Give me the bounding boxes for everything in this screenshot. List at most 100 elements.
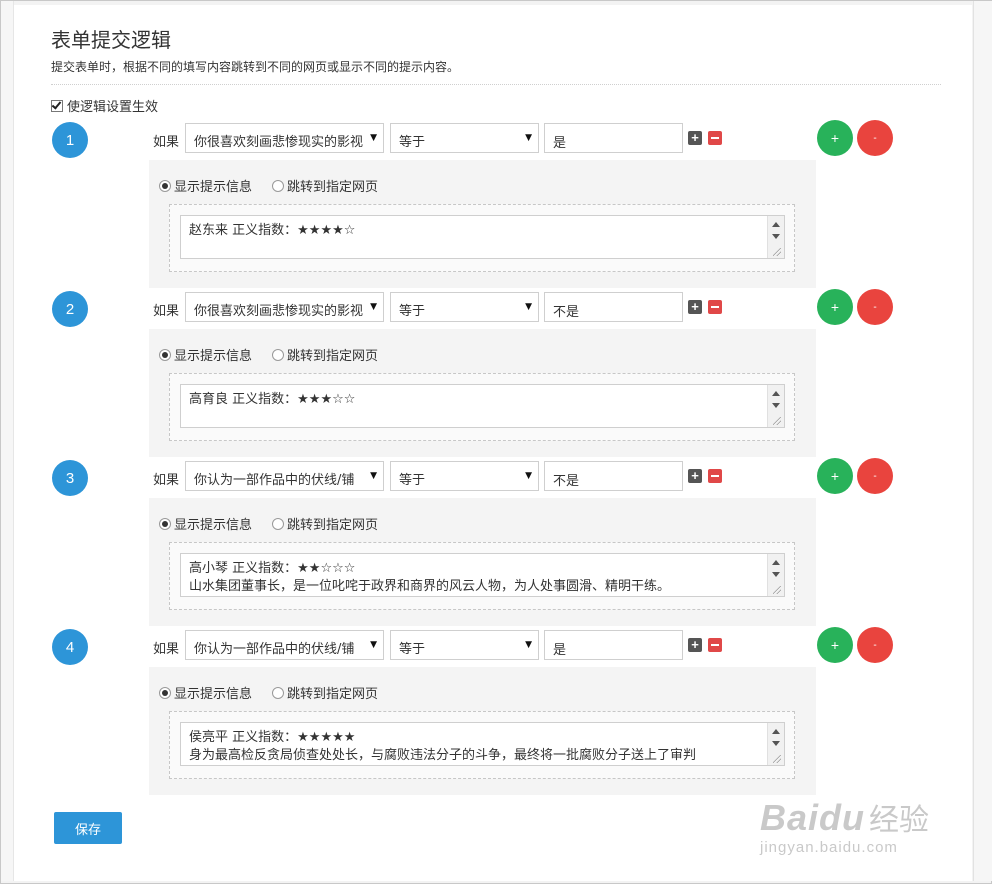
value-input[interactable]: 不是 [544,292,683,322]
scroll-up-icon[interactable] [772,391,780,396]
add-condition-icon[interactable]: + [688,300,702,314]
delete-rule-button[interactable]: - [857,458,893,494]
remove-condition-icon[interactable] [708,638,722,652]
rule-number: 4 [52,629,88,665]
scroll-down-icon[interactable] [772,741,780,746]
jump-page-label: 跳转到指定网页 [287,349,379,364]
page-title: 表单提交逻辑 [51,28,171,52]
show-message-label: 显示提示信息 [174,180,253,195]
message-textarea[interactable]: 高小琴 正义指数：★★☆☆☆ 山水集团董事长，是一位叱咤于政界和商界的风云人物，… [180,553,785,597]
show-message-radio[interactable] [159,348,171,361]
scroll-down-icon[interactable] [772,403,780,408]
add-condition-icon[interactable]: + [688,469,702,483]
textarea-scrollbar[interactable] [767,216,784,258]
remove-condition-icon[interactable] [708,131,722,145]
remove-condition-icon[interactable] [708,300,722,314]
message-textarea[interactable]: 侯亮平 正义指数：★★★★★ 身为最高检反贪局侦查处处长，与腐败违法分子的斗争，… [180,722,785,766]
add-rule-button[interactable]: + [817,458,853,494]
rule-number: 1 [52,122,88,158]
show-message-radio[interactable] [159,179,171,192]
delete-rule-button[interactable]: - [857,120,893,156]
rule-number: 3 [52,460,88,496]
rule-action-area: 显示提示信息 跳转到指定网页 高育良 正义指数：★★★☆☆ [149,329,816,457]
dropdown-arrow-icon: ▼ [522,302,532,312]
dropdown-arrow-icon: ▼ [522,133,532,143]
value-input[interactable]: 是 [544,123,683,153]
jump-page-radio[interactable] [272,179,285,192]
jump-page-radio[interactable] [272,348,285,361]
watermark-logo: Baidu [760,797,866,838]
add-rule-button[interactable]: + [817,120,853,156]
scroll-down-icon[interactable] [772,572,780,577]
divider [51,84,941,85]
show-message-radio[interactable] [159,686,171,699]
resize-grip-icon[interactable] [773,248,781,256]
enable-logic-toggle[interactable]: 使逻辑设置生效 [51,96,158,115]
textarea-scrollbar[interactable] [767,723,784,765]
resize-grip-icon[interactable] [773,417,781,425]
rule-action-area: 显示提示信息 跳转到指定网页 赵东来 正义指数：★★★★☆ [149,160,816,288]
enable-label: 使逻辑设置生效 [67,100,159,115]
scroll-up-icon[interactable] [772,222,780,227]
question-select[interactable]: 你认为一部作品中的伏线/铺 ▼ [185,630,384,660]
question-select[interactable]: 你认为一部作品中的伏线/铺 ▼ [185,461,384,491]
textarea-scrollbar[interactable] [767,554,784,596]
watermark-cn: 经验 [869,803,930,838]
logic-rule: 2 如果 你很喜欢刻画悲惨现实的影视 ▼ 等于 ▼ 不是 + + - 显示提示信息 … [0,289,992,461]
operator-select[interactable]: 等于 ▼ [390,123,539,153]
message-textarea[interactable]: 赵东来 正义指数：★★★★☆ [180,215,785,259]
message-box: 赵东来 正义指数：★★★★☆ [169,204,795,272]
logic-rule: 4 如果 你认为一部作品中的伏线/铺 ▼ 等于 ▼ 是 + + - 显示提示信息 跳… [0,627,992,799]
rule-action-area: 显示提示信息 跳转到指定网页 侯亮平 正义指数：★★★★★ 身为最高检反贪局侦查… [149,667,816,795]
dropdown-arrow-icon: ▼ [367,133,377,143]
jump-page-label: 跳转到指定网页 [287,687,379,702]
add-rule-button[interactable]: + [817,627,853,663]
message-box: 侯亮平 正义指数：★★★★★ 身为最高检反贪局侦查处处长，与腐败违法分子的斗争，… [169,711,795,779]
if-label: 如果 [153,473,180,488]
show-message-radio[interactable] [159,517,171,530]
delete-rule-button[interactable]: - [857,627,893,663]
value-input[interactable]: 不是 [544,461,683,491]
baidu-watermark: Baidu 经验 jingyan.baidu.com [760,795,930,856]
dropdown-arrow-icon: ▼ [522,640,532,650]
dropdown-arrow-icon: ▼ [367,302,377,312]
add-condition-icon[interactable]: + [688,638,702,652]
scroll-up-icon[interactable] [772,729,780,734]
watermark-url: jingyan.baidu.com [760,839,898,856]
message-box: 高育良 正义指数：★★★☆☆ [169,373,795,441]
show-message-label: 显示提示信息 [174,349,253,364]
remove-condition-icon[interactable] [708,469,722,483]
value-input[interactable]: 是 [544,630,683,660]
enable-checkbox[interactable] [51,99,63,112]
dropdown-arrow-icon: ▼ [367,640,377,650]
rule-action-area: 显示提示信息 跳转到指定网页 高小琴 正义指数：★★☆☆☆ 山水集团董事长，是一… [149,498,816,626]
delete-rule-button[interactable]: - [857,289,893,325]
resize-grip-icon[interactable] [773,586,781,594]
logic-rule: 1 如果 你很喜欢刻画悲惨现实的影视 ▼ 等于 ▼ 是 + + - 显示提示信息 跳… [0,120,992,292]
question-select[interactable]: 你很喜欢刻画悲惨现实的影视 ▼ [185,292,384,322]
add-rule-button[interactable]: + [817,289,853,325]
resize-grip-icon[interactable] [773,755,781,763]
page-subtitle: 提交表单时，根据不同的填写内容跳转到不同的网页或显示不同的提示内容。 [51,60,460,74]
scroll-up-icon[interactable] [772,560,780,565]
if-label: 如果 [153,304,180,319]
operator-select[interactable]: 等于 ▼ [390,292,539,322]
message-box: 高小琴 正义指数：★★☆☆☆ 山水集团董事长，是一位叱咤于政界和商界的风云人物，… [169,542,795,610]
if-label: 如果 [153,642,180,657]
operator-select[interactable]: 等于 ▼ [390,461,539,491]
logic-rule: 3 如果 你认为一部作品中的伏线/铺 ▼ 等于 ▼ 不是 + + - 显示提示信息 … [0,458,992,630]
jump-page-radio[interactable] [272,686,285,699]
rule-number: 2 [52,291,88,327]
textarea-scrollbar[interactable] [767,385,784,427]
operator-select[interactable]: 等于 ▼ [390,630,539,660]
if-label: 如果 [153,135,180,150]
add-condition-icon[interactable]: + [688,131,702,145]
jump-page-radio[interactable] [272,517,285,530]
dropdown-arrow-icon: ▼ [522,471,532,481]
jump-page-label: 跳转到指定网页 [287,180,379,195]
message-textarea[interactable]: 高育良 正义指数：★★★☆☆ [180,384,785,428]
dropdown-arrow-icon: ▼ [367,471,377,481]
question-select[interactable]: 你很喜欢刻画悲惨现实的影视 ▼ [185,123,384,153]
scroll-down-icon[interactable] [772,234,780,239]
save-button[interactable]: 保存 [54,812,122,844]
